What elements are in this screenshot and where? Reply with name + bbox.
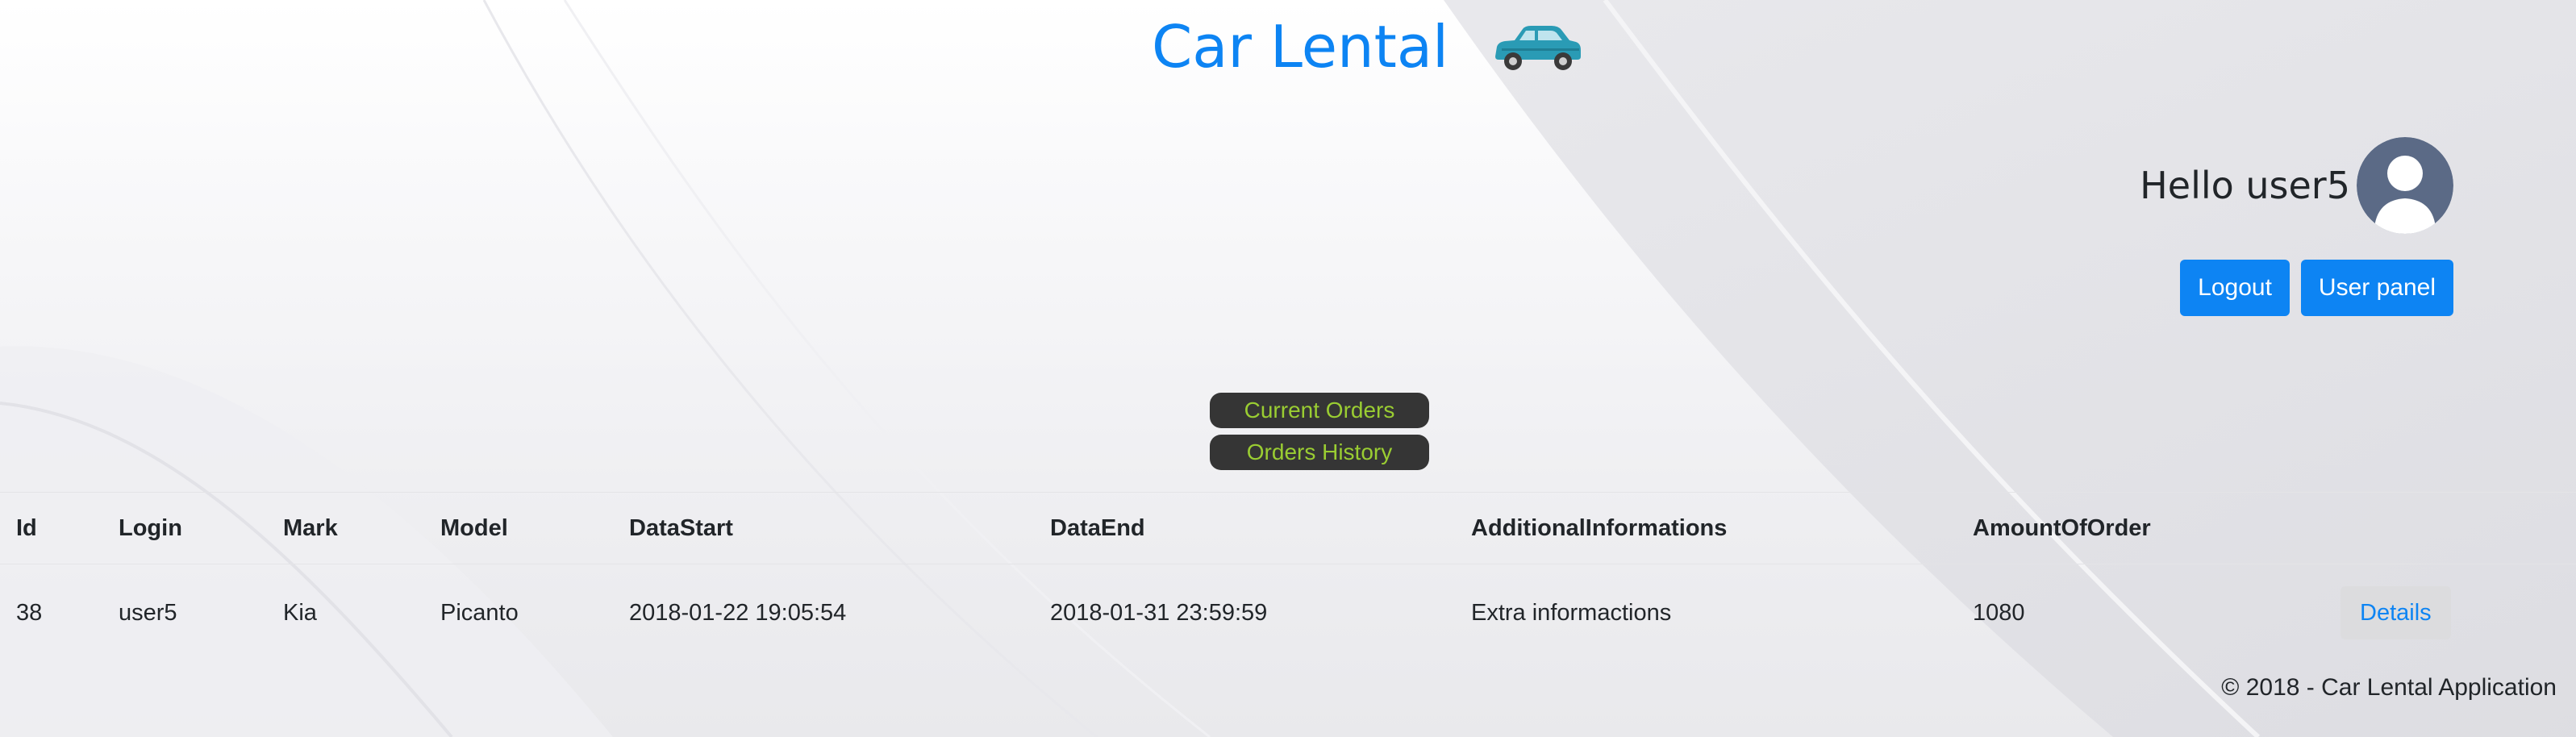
column-header-data-end: DataEnd <box>1034 492 1455 564</box>
column-header-data-start: DataStart <box>613 492 1034 564</box>
car-icon <box>1495 26 1581 70</box>
cell-data-end: 2018-01-31 23:59:59 <box>1050 599 1268 626</box>
user-panel-button[interactable]: User panel <box>2300 260 2453 316</box>
current-orders-button[interactable]: Current Orders <box>1210 393 1429 428</box>
column-header-id: Id <box>0 492 102 564</box>
footer-copyright: © 2018 - Car Lental Application <box>2221 674 2557 701</box>
user-avatar-icon <box>2357 137 2453 234</box>
column-header-mark: Mark <box>267 492 424 564</box>
cell-additional-info: Extra informactions <box>1471 599 1672 626</box>
orders-history-button[interactable]: Orders History <box>1210 435 1429 470</box>
order-tabs: Current Orders Orders History <box>1210 393 1429 470</box>
logout-button[interactable]: Logout <box>2180 260 2290 316</box>
column-header-model: Model <box>424 492 613 564</box>
cell-model: Picanto <box>440 599 519 626</box>
cell-data-start: 2018-01-22 19:05:54 <box>629 599 847 626</box>
column-header-additional-info: AdditionalInformations <box>1455 492 1957 564</box>
cell-amount: 1080 <box>1973 599 2025 626</box>
table-row: 38 user5 Kia Picanto 2018-01-22 19:05:54… <box>0 564 2576 662</box>
cell-mark: Kia <box>283 599 317 626</box>
orders-table: Id Login Mark Model DataStart DataEnd Ad… <box>0 492 2576 661</box>
column-header-amount: AmountOfOrder <box>1957 492 2324 564</box>
cell-id: 38 <box>16 599 43 626</box>
brand-title[interactable]: Car Lental <box>1152 8 1448 85</box>
cell-login: user5 <box>119 599 177 626</box>
account-actions: Logout User panel <box>2180 260 2453 316</box>
details-button[interactable]: Details <box>2340 586 2451 639</box>
cell-actions: Details <box>2324 564 2576 662</box>
column-header-actions <box>2324 492 2576 564</box>
table-header-row: Id Login Mark Model DataStart DataEnd Ad… <box>0 492 2576 564</box>
header: Car Lental <box>0 0 2576 89</box>
column-header-login: Login <box>102 492 267 564</box>
greeting-text: Hello user5 <box>2140 164 2350 207</box>
user-greeting-area: Hello user5 <box>2140 137 2453 234</box>
